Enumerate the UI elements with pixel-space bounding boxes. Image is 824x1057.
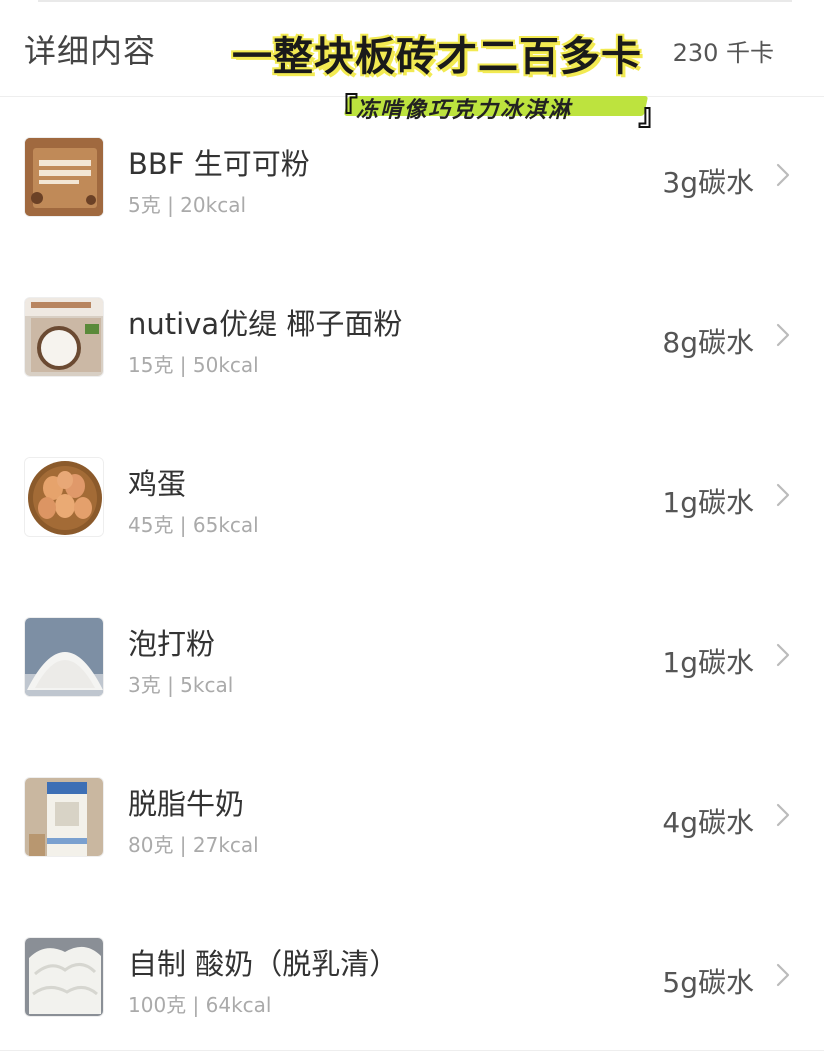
ingredient-name: 鸡蛋 <box>128 467 187 501</box>
baking-powder-thumb <box>24 617 104 697</box>
ingredient-carb: 1g碳水 <box>662 646 754 679</box>
ingredient-row[interactable]: 泡打粉 3克 | 5kcal 1g碳水 <box>0 577 824 737</box>
ingredient-carb: 5g碳水 <box>662 966 754 999</box>
ingredient-detail: 5克 | 20kcal <box>128 193 247 217</box>
eggs-thumb <box>24 457 104 537</box>
ingredient-row[interactable]: nutiva优缇 椰子面粉 15克 | 50kcal 8g碳水 <box>0 257 824 417</box>
skim-milk-thumb <box>24 777 104 857</box>
page-title: 详细内容 <box>24 32 157 70</box>
coconut-flour-thumb <box>24 297 104 377</box>
ingredient-name: 脱脂牛奶 <box>128 787 245 821</box>
total-calories: 230 千卡 <box>672 39 774 67</box>
bottom-divider <box>0 1050 824 1051</box>
ingredient-detail: 100克 | 64kcal <box>128 993 272 1017</box>
ingredient-carb: 3g碳水 <box>662 166 754 199</box>
ingredient-row[interactable]: 自制 酸奶（脱乳清） 100克 | 64kcal 5g碳水 <box>0 897 824 1057</box>
ingredient-row[interactable]: 鸡蛋 45克 | 65kcal 1g碳水 <box>0 417 824 577</box>
chevron-right-icon[interactable] <box>774 641 792 669</box>
chevron-right-icon[interactable] <box>774 801 792 829</box>
ingredient-detail: 45克 | 65kcal <box>128 513 259 537</box>
ingredient-carb: 1g碳水 <box>662 486 754 519</box>
ingredient-carb: 4g碳水 <box>662 806 754 839</box>
ingredient-detail: 80克 | 27kcal <box>128 833 259 857</box>
ingredient-carb: 8g碳水 <box>662 326 754 359</box>
overlay-banner: 一整块板砖才二百多卡 <box>232 34 642 80</box>
ingredient-name: 泡打粉 <box>128 627 216 661</box>
ingredient-detail: 3克 | 5kcal <box>128 673 234 697</box>
ingredient-row[interactable]: BBF 生可可粉 5克 | 20kcal 3g碳水 <box>0 97 824 257</box>
chevron-right-icon[interactable] <box>774 321 792 349</box>
chevron-right-icon[interactable] <box>774 161 792 189</box>
ingredient-name: nutiva优缇 椰子面粉 <box>128 307 403 341</box>
ingredient-detail: 15克 | 50kcal <box>128 353 259 377</box>
ingredient-row[interactable]: 脱脂牛奶 80克 | 27kcal 4g碳水 <box>0 737 824 897</box>
ingredient-list: BBF 生可可粉 5克 | 20kcal 3g碳水 nutiva优缇 椰子面粉 … <box>0 97 824 1057</box>
chevron-right-icon[interactable] <box>774 481 792 509</box>
chevron-right-icon[interactable] <box>774 961 792 989</box>
ingredient-name: BBF 生可可粉 <box>128 147 310 181</box>
ingredient-name: 自制 酸奶（脱乳清） <box>128 947 399 981</box>
yogurt-thumb <box>24 937 104 1017</box>
cacao-powder-thumb <box>24 137 104 217</box>
